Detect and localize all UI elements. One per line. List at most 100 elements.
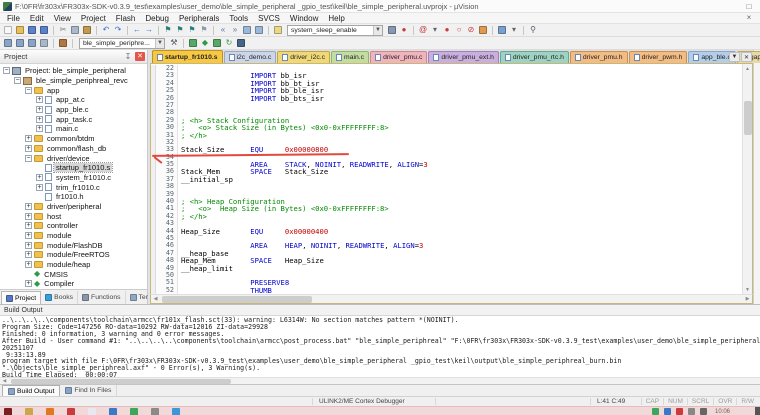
expand-icon[interactable]: + [25,222,32,229]
expand-icon[interactable]: + [25,242,32,249]
editor-vertical-scrollbar[interactable]: ▲ ▼ [742,64,752,294]
tree-item-startup-fr1010-s[interactable]: startup_fr1010.s [0,163,147,173]
expand-icon[interactable]: + [36,96,43,103]
menu-tools[interactable]: Tools [224,14,253,23]
config-wizard-icon[interactable] [272,25,284,36]
tree-item-app-at-c[interactable]: +app_at.c [0,95,147,105]
editor-tab-i2c-demo-c[interactable]: i2c_demo.c [224,51,277,63]
expand-icon[interactable]: + [25,145,32,152]
tray-icon[interactable] [652,408,659,415]
tray-icon[interactable] [676,408,683,415]
tree-item-trim-fr1010-c[interactable]: +trim_fr1010.c [0,182,147,192]
tree-item-main-c[interactable]: +main.c [0,124,147,134]
taskbar-icon[interactable] [109,408,117,415]
code-line[interactable]: 30; <o> Stack Size (in Bytes) <0x0-0xFFF… [151,124,742,131]
build-output-scrollbar[interactable]: ◀ [0,377,760,384]
redo-icon[interactable]: ↷ [112,25,124,36]
code-line[interactable]: 49__heap_limit [151,265,742,272]
code-line[interactable]: 36Stack_Mem SPACE Stack_Size [151,168,742,175]
scroll-down-icon[interactable]: ▼ [743,285,752,294]
code-line[interactable]: 44Heap_Size EQU 0x00000400 [151,228,742,235]
editor-tab-driver-pmu-ext-h[interactable]: driver_pmu_ext.h [428,51,499,63]
breakpoint-window-icon[interactable] [477,25,489,36]
code-line[interactable]: 37__initial_sp [151,176,742,183]
code-editor[interactable]: 2223 IMPORT bb_isr24 IMPORT bb_bt_isr25 … [151,64,742,294]
scrollbar-thumb[interactable] [11,379,231,384]
code-line[interactable]: 38 [151,183,742,190]
scroll-up-icon[interactable]: ▲ [743,64,752,73]
update-packs-icon[interactable]: ↻ [223,38,235,49]
taskbar-icon[interactable] [151,408,159,415]
editor-horizontal-scrollbar[interactable]: ◀ ▶ [150,294,753,304]
disable-breakpoint-icon[interactable]: ○ [453,25,465,36]
save-all-icon[interactable] [38,25,50,36]
comment-icon[interactable] [241,25,253,36]
editor-tab-startup-fr1010-s[interactable]: startup_fr1010.s [152,50,223,63]
show-desktop-button[interactable] [755,407,760,415]
tree-item-common-btdm[interactable]: +common/btdm [0,134,147,144]
chevron-down-icon[interactable]: ▼ [155,39,164,48]
tree-item-module-flashdb[interactable]: +module/FlashDB [0,240,147,250]
tree-item-driver-peripheral[interactable]: +driver/peripheral [0,202,147,212]
start-debug-icon[interactable]: @ [417,25,429,36]
panel-tab-functions[interactable]: Functions [78,291,125,304]
forward-icon[interactable]: → [143,25,155,36]
editor-tab-driver-pwm-h[interactable]: driver_pwm.h [629,51,688,63]
tree-item-driver-device[interactable]: −driver/device [0,153,147,163]
tree-item-app-ble-c[interactable]: +app_ble.c [0,105,147,115]
taskbar-icon[interactable] [4,408,12,415]
clear-bookmarks-icon[interactable]: ⚑ [198,25,210,36]
code-line[interactable]: 52 THUMB [151,287,742,294]
open-folder-icon[interactable] [14,25,26,36]
tray-icon[interactable] [664,408,671,415]
tree-item-app-task-c[interactable]: +app_task.c [0,114,147,124]
code-line[interactable]: 42; </h> [151,213,742,220]
tree-item-host[interactable]: +host [0,211,147,221]
bookmark-icon[interactable]: ⚑ [162,25,174,36]
manage-rte-icon[interactable]: ◆ [199,38,211,49]
outdent-icon[interactable]: « [217,25,229,36]
expand-icon[interactable]: + [25,280,32,287]
tree-item-project-ble-simple-peripheral[interactable]: −Project: ble_simple_peripheral [0,66,147,76]
insert-breakpoint-icon[interactable]: ● [441,25,453,36]
find-in-files-icon[interactable] [386,25,398,36]
expand-icon[interactable]: + [25,251,32,258]
build-icon[interactable] [14,38,26,49]
expand-icon[interactable]: + [25,261,32,268]
tree-item-app[interactable]: −app [0,85,147,95]
indent-icon[interactable]: » [229,25,241,36]
menu-help[interactable]: Help [323,14,349,23]
editor-tab-driver-pmu-rtc-h[interactable]: driver_pmu_rtc.h [500,51,569,63]
pin-icon[interactable]: ↧ [123,52,133,61]
expand-icon[interactable]: + [25,135,32,142]
code-line[interactable]: 27 [151,102,742,109]
menu-edit[interactable]: Edit [25,14,49,23]
books-icon[interactable] [211,38,223,49]
tray-icon[interactable] [700,408,707,415]
undo-icon[interactable]: ↶ [100,25,112,36]
collapse-icon[interactable]: − [14,77,21,84]
taskbar-icon[interactable] [46,408,54,415]
expand-icon[interactable]: + [36,174,43,181]
tree-item-module-freertos[interactable]: +module/FreeRTOS [0,250,147,260]
manage-project-items-icon[interactable] [187,38,199,49]
flash-download-icon[interactable] [57,38,69,49]
expand-icon[interactable]: + [25,213,32,220]
code-line[interactable]: 41; <o> Heap Size (in Bytes) <0x0-0xFFFF… [151,205,742,212]
code-line[interactable]: 26 IMPORT bb_bts_isr [151,95,742,102]
menu-peripherals[interactable]: Peripherals [174,14,224,23]
output-tab-find-in-files[interactable]: Find In Files [60,385,117,396]
panel-tab-project[interactable]: Project [1,291,41,304]
menu-flash[interactable]: Flash [111,14,141,23]
taskbar-icon[interactable] [88,408,96,415]
rebuild-all-icon[interactable] [26,38,38,49]
collapse-icon[interactable]: − [25,155,32,162]
debug-session-icon[interactable]: ● [398,25,410,36]
panel-tab-books[interactable]: Books [41,291,78,304]
expand-icon[interactable]: + [36,116,43,123]
scrollbar-thumb[interactable] [744,101,752,135]
cut-icon[interactable]: ✂ [57,25,69,36]
prev-bookmark-icon[interactable]: ⚑ [174,25,186,36]
window-layout-icon[interactable] [496,25,508,36]
code-line[interactable]: 46 AREA HEAP, NOINIT, READWRITE, ALIGN=3 [151,242,742,249]
